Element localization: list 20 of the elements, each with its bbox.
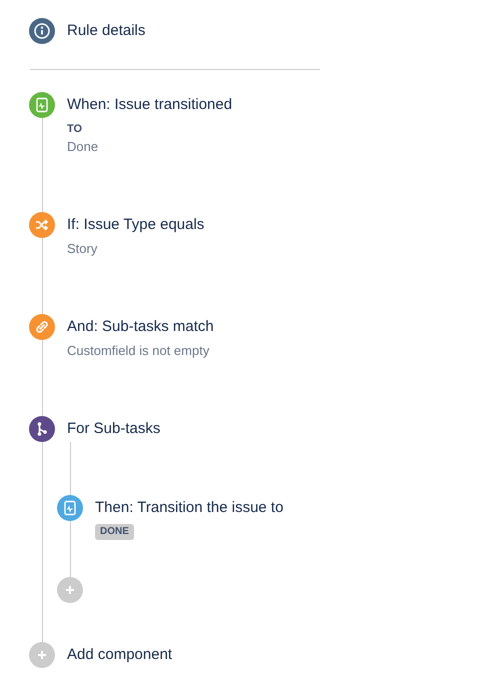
component-title: For Sub-tasks <box>67 419 160 439</box>
plus-icon[interactable] <box>57 577 83 603</box>
component-value: Story <box>67 240 98 258</box>
link-icon <box>29 314 55 340</box>
status-lozenge: DONE <box>95 524 134 540</box>
field-label: TO <box>67 122 82 136</box>
rule-details-link[interactable]: Rule details <box>67 18 146 44</box>
info-icon <box>29 18 55 44</box>
branch-icon <box>29 416 55 442</box>
plus-icon[interactable] <box>29 642 55 668</box>
component-title: Then: Transition the issue to <box>95 498 284 518</box>
component-value: Customfield is not empty <box>67 342 210 360</box>
document-icon <box>57 495 83 521</box>
component-title: When: Issue transitioned <box>67 95 232 115</box>
document-icon <box>29 92 55 118</box>
component-title: If: Issue Type equals <box>67 215 204 235</box>
add-component-link[interactable]: Add component <box>67 642 172 668</box>
shuffle-icon <box>29 212 55 238</box>
component-value: Done <box>67 138 98 156</box>
component-title: And: Sub-tasks match <box>67 317 214 337</box>
